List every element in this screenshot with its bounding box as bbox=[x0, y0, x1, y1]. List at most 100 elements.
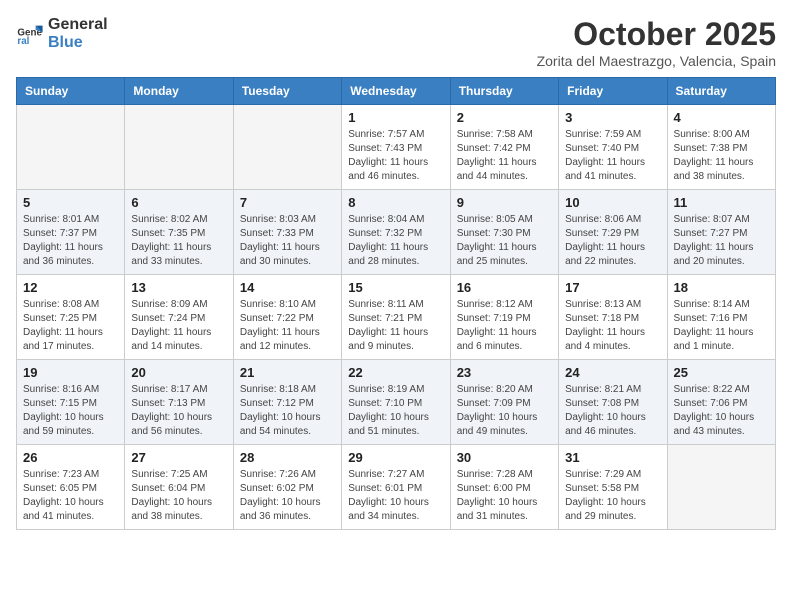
day-info: Sunrise: 7:23 AM Sunset: 6:05 PM Dayligh… bbox=[23, 468, 118, 524]
month-title: October 2025 bbox=[537, 16, 776, 53]
weekday-header-wednesday: Wednesday bbox=[342, 78, 450, 105]
weekday-header-saturday: Saturday bbox=[667, 78, 775, 105]
day-info: Sunrise: 7:26 AM Sunset: 6:02 PM Dayligh… bbox=[240, 468, 335, 524]
day-info: Sunrise: 8:08 AM Sunset: 7:25 PM Dayligh… bbox=[23, 298, 118, 354]
day-info: Sunrise: 8:03 AM Sunset: 7:33 PM Dayligh… bbox=[240, 213, 335, 269]
weekday-header-sunday: Sunday bbox=[17, 78, 125, 105]
day-number: 5 bbox=[23, 195, 118, 210]
day-info: Sunrise: 8:00 AM Sunset: 7:38 PM Dayligh… bbox=[674, 128, 769, 184]
logo-text-line1: General bbox=[48, 16, 108, 34]
day-number: 13 bbox=[131, 280, 226, 295]
day-number: 19 bbox=[23, 365, 118, 380]
calendar-cell: 31 Sunrise: 7:29 AM Sunset: 5:58 PM Dayli… bbox=[559, 445, 667, 530]
day-info: Sunrise: 8:09 AM Sunset: 7:24 PM Dayligh… bbox=[131, 298, 226, 354]
day-number: 3 bbox=[565, 110, 660, 125]
day-number: 23 bbox=[457, 365, 552, 380]
day-info: Sunrise: 8:14 AM Sunset: 7:16 PM Dayligh… bbox=[674, 298, 769, 354]
day-info: Sunrise: 7:29 AM Sunset: 5:58 PM Dayligh… bbox=[565, 468, 660, 524]
logo-text-line2: Blue bbox=[48, 34, 108, 52]
calendar-cell bbox=[233, 105, 341, 190]
day-info: Sunrise: 8:01 AM Sunset: 7:37 PM Dayligh… bbox=[23, 213, 118, 269]
calendar-cell: 13 Sunrise: 8:09 AM Sunset: 7:24 PM Dayli… bbox=[125, 275, 233, 360]
day-info: Sunrise: 8:05 AM Sunset: 7:30 PM Dayligh… bbox=[457, 213, 552, 269]
weekday-header-row: SundayMondayTuesdayWednesdayThursdayFrid… bbox=[17, 78, 776, 105]
calendar-cell: 4 Sunrise: 8:00 AM Sunset: 7:38 PM Daylig… bbox=[667, 105, 775, 190]
day-info: Sunrise: 7:58 AM Sunset: 7:42 PM Dayligh… bbox=[457, 128, 552, 184]
day-info: Sunrise: 8:12 AM Sunset: 7:19 PM Dayligh… bbox=[457, 298, 552, 354]
day-info: Sunrise: 7:59 AM Sunset: 7:40 PM Dayligh… bbox=[565, 128, 660, 184]
calendar-cell: 6Sunrise: 8:02 AM Sunset: 7:35 PM Daylig… bbox=[125, 190, 233, 275]
day-info: Sunrise: 8:18 AM Sunset: 7:12 PM Dayligh… bbox=[240, 383, 335, 439]
title-block: October 2025 Zorita del Maestrazgo, Vale… bbox=[537, 16, 776, 69]
calendar-week-row: 1 Sunrise: 7:57 AM Sunset: 7:43 PM Daylig… bbox=[17, 105, 776, 190]
day-info: Sunrise: 8:21 AM Sunset: 7:08 PM Dayligh… bbox=[565, 383, 660, 439]
day-info: Sunrise: 8:06 AM Sunset: 7:29 PM Dayligh… bbox=[565, 213, 660, 269]
page-header: Gene ral General Blue October 2025 Zorit… bbox=[16, 16, 776, 69]
day-number: 17 bbox=[565, 280, 660, 295]
calendar-cell: 22Sunrise: 8:19 AM Sunset: 7:10 PM Dayli… bbox=[342, 360, 450, 445]
svg-text:ral: ral bbox=[17, 36, 29, 47]
calendar-cell bbox=[17, 105, 125, 190]
day-number: 15 bbox=[348, 280, 443, 295]
location-subtitle: Zorita del Maestrazgo, Valencia, Spain bbox=[537, 53, 776, 69]
calendar-cell: 1 Sunrise: 7:57 AM Sunset: 7:43 PM Daylig… bbox=[342, 105, 450, 190]
calendar-cell bbox=[125, 105, 233, 190]
calendar-cell: 21 Sunrise: 8:18 AM Sunset: 7:12 PM Dayli… bbox=[233, 360, 341, 445]
calendar-cell: 25 Sunrise: 8:22 AM Sunset: 7:06 PM Dayli… bbox=[667, 360, 775, 445]
calendar-cell: 5 Sunrise: 8:01 AM Sunset: 7:37 PM Daylig… bbox=[17, 190, 125, 275]
day-info: Sunrise: 8:22 AM Sunset: 7:06 PM Dayligh… bbox=[674, 383, 769, 439]
day-info: Sunrise: 8:13 AM Sunset: 7:18 PM Dayligh… bbox=[565, 298, 660, 354]
day-number: 26 bbox=[23, 450, 118, 465]
day-number: 20 bbox=[131, 365, 226, 380]
weekday-header-thursday: Thursday bbox=[450, 78, 558, 105]
day-number: 18 bbox=[674, 280, 769, 295]
day-number: 31 bbox=[565, 450, 660, 465]
calendar-cell: 20 Sunrise: 8:17 AM Sunset: 7:13 PM Dayli… bbox=[125, 360, 233, 445]
weekday-header-tuesday: Tuesday bbox=[233, 78, 341, 105]
calendar-cell: 18 Sunrise: 8:14 AM Sunset: 7:16 PM Dayli… bbox=[667, 275, 775, 360]
day-number: 1 bbox=[348, 110, 443, 125]
calendar-cell: 17 Sunrise: 8:13 AM Sunset: 7:18 PM Dayli… bbox=[559, 275, 667, 360]
day-number: 14 bbox=[240, 280, 335, 295]
calendar-week-row: 19Sunrise: 8:16 AM Sunset: 7:15 PM Dayli… bbox=[17, 360, 776, 445]
calendar-cell: 27Sunrise: 7:25 AM Sunset: 6:04 PM Dayli… bbox=[125, 445, 233, 530]
day-number: 30 bbox=[457, 450, 552, 465]
day-info: Sunrise: 8:04 AM Sunset: 7:32 PM Dayligh… bbox=[348, 213, 443, 269]
calendar-cell: 28Sunrise: 7:26 AM Sunset: 6:02 PM Dayli… bbox=[233, 445, 341, 530]
calendar-cell: 7 Sunrise: 8:03 AM Sunset: 7:33 PM Daylig… bbox=[233, 190, 341, 275]
day-number: 4 bbox=[674, 110, 769, 125]
day-info: Sunrise: 8:17 AM Sunset: 7:13 PM Dayligh… bbox=[131, 383, 226, 439]
calendar-cell: 11 Sunrise: 8:07 AM Sunset: 7:27 PM Dayli… bbox=[667, 190, 775, 275]
day-info: Sunrise: 7:27 AM Sunset: 6:01 PM Dayligh… bbox=[348, 468, 443, 524]
logo: Gene ral General Blue bbox=[16, 16, 108, 52]
day-number: 2 bbox=[457, 110, 552, 125]
day-number: 12 bbox=[23, 280, 118, 295]
day-number: 9 bbox=[457, 195, 552, 210]
calendar-cell: 19Sunrise: 8:16 AM Sunset: 7:15 PM Dayli… bbox=[17, 360, 125, 445]
calendar-week-row: 12 Sunrise: 8:08 AM Sunset: 7:25 PM Dayli… bbox=[17, 275, 776, 360]
calendar-cell: 2 Sunrise: 7:58 AM Sunset: 7:42 PM Daylig… bbox=[450, 105, 558, 190]
calendar-cell: 30Sunrise: 7:28 AM Sunset: 6:00 PM Dayli… bbox=[450, 445, 558, 530]
day-number: 8 bbox=[348, 195, 443, 210]
calendar-cell: 12 Sunrise: 8:08 AM Sunset: 7:25 PM Dayli… bbox=[17, 275, 125, 360]
day-number: 21 bbox=[240, 365, 335, 380]
calendar-cell bbox=[667, 445, 775, 530]
day-info: Sunrise: 8:20 AM Sunset: 7:09 PM Dayligh… bbox=[457, 383, 552, 439]
day-info: Sunrise: 8:10 AM Sunset: 7:22 PM Dayligh… bbox=[240, 298, 335, 354]
weekday-header-monday: Monday bbox=[125, 78, 233, 105]
day-info: Sunrise: 8:07 AM Sunset: 7:27 PM Dayligh… bbox=[674, 213, 769, 269]
day-info: Sunrise: 7:57 AM Sunset: 7:43 PM Dayligh… bbox=[348, 128, 443, 184]
day-info: Sunrise: 8:11 AM Sunset: 7:21 PM Dayligh… bbox=[348, 298, 443, 354]
calendar-cell: 29Sunrise: 7:27 AM Sunset: 6:01 PM Dayli… bbox=[342, 445, 450, 530]
calendar-cell: 10Sunrise: 8:06 AM Sunset: 7:29 PM Dayli… bbox=[559, 190, 667, 275]
day-number: 22 bbox=[348, 365, 443, 380]
calendar-table: SundayMondayTuesdayWednesdayThursdayFrid… bbox=[16, 77, 776, 530]
calendar-week-row: 26 Sunrise: 7:23 AM Sunset: 6:05 PM Dayli… bbox=[17, 445, 776, 530]
day-number: 25 bbox=[674, 365, 769, 380]
calendar-cell: 16Sunrise: 8:12 AM Sunset: 7:19 PM Dayli… bbox=[450, 275, 558, 360]
calendar-cell: 23 Sunrise: 8:20 AM Sunset: 7:09 PM Dayli… bbox=[450, 360, 558, 445]
day-number: 11 bbox=[674, 195, 769, 210]
day-number: 7 bbox=[240, 195, 335, 210]
day-info: Sunrise: 8:02 AM Sunset: 7:35 PM Dayligh… bbox=[131, 213, 226, 269]
day-info: Sunrise: 7:25 AM Sunset: 6:04 PM Dayligh… bbox=[131, 468, 226, 524]
